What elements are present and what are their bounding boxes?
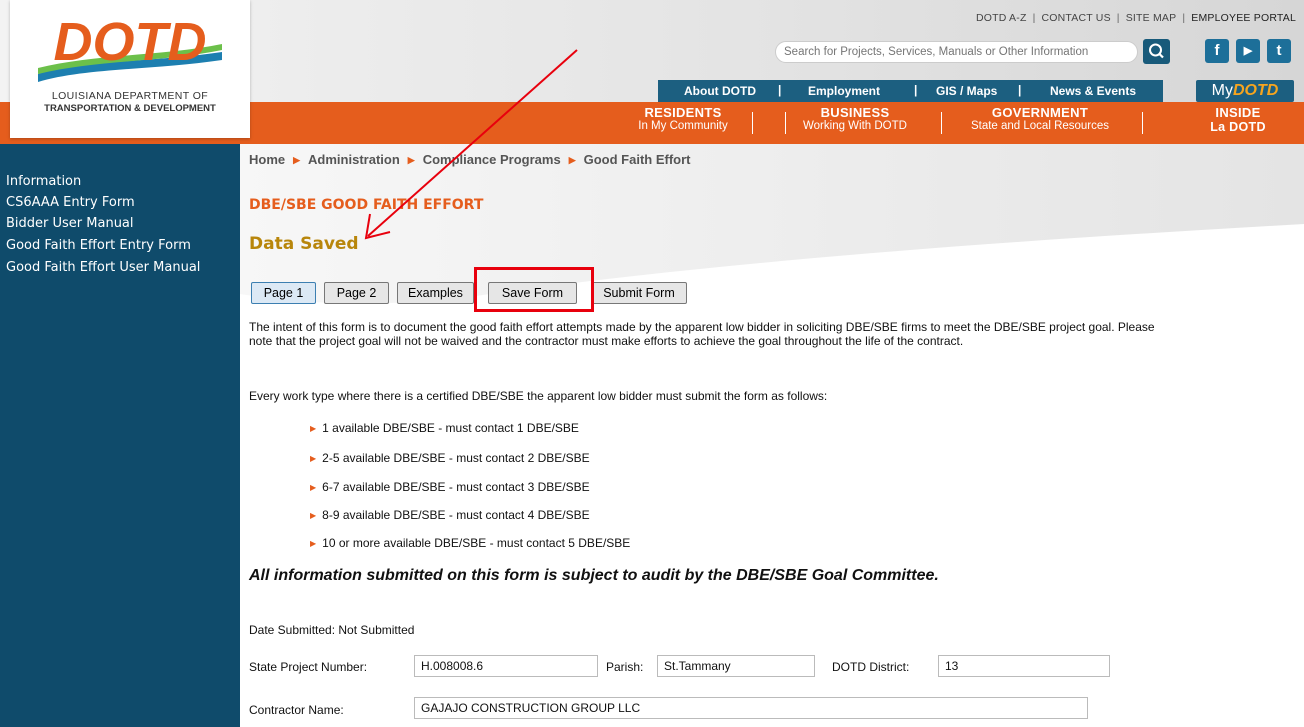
link-employee-portal[interactable]: EMPLOYEE PORTAL bbox=[1191, 12, 1296, 24]
my-dotd-button[interactable]: MyDOTD bbox=[1196, 80, 1294, 102]
background-swoosh bbox=[240, 144, 1304, 304]
district-label: DOTD District: bbox=[832, 660, 910, 674]
my-dotd-brand: DOTD bbox=[1233, 82, 1279, 99]
nav-divider bbox=[941, 112, 942, 134]
parish-input[interactable] bbox=[657, 655, 815, 677]
date-submitted: Date Submitted: Not Submitted bbox=[249, 623, 415, 637]
sidebar-item-gfe-entry-form[interactable]: Good Faith Effort Entry Form bbox=[6, 238, 191, 253]
sidebar: Information CS6AAA Entry Form Bidder Use… bbox=[0, 144, 240, 727]
list-item: ▶ 6-7 available DBE/SBE - must contact 3 … bbox=[310, 480, 590, 494]
list-item: ▶ 10 or more available DBE/SBE - must con… bbox=[310, 536, 630, 550]
nav-divider bbox=[1142, 112, 1143, 134]
nav-inside-sub: La DOTD bbox=[1210, 120, 1266, 134]
separator: | bbox=[1182, 12, 1186, 24]
secondary-nav: About DOTD | Employment | GIS / Maps | N… bbox=[658, 80, 1163, 102]
nav-employment[interactable]: Employment bbox=[808, 84, 880, 98]
link-contact-us[interactable]: CONTACT US bbox=[1042, 12, 1111, 24]
nav-business[interactable]: BUSINESS Working With DOTD bbox=[780, 105, 930, 132]
save-form-button[interactable]: Save Form bbox=[488, 282, 577, 304]
breadcrumb-administration[interactable]: Administration bbox=[308, 152, 400, 167]
examples-button[interactable]: Examples bbox=[397, 282, 474, 304]
bullet-arrow-icon: ▶ bbox=[310, 539, 317, 548]
my-dotd-my: My bbox=[1211, 82, 1233, 99]
separator: | bbox=[778, 83, 782, 97]
rule-text: Every work type where there is a certifi… bbox=[249, 389, 828, 403]
nav-divider bbox=[752, 112, 753, 134]
list-item: ▶ 2-5 available DBE/SBE - must contact 2 … bbox=[310, 451, 590, 465]
parish-label: Parish: bbox=[606, 660, 644, 674]
list-item-text: 8-9 available DBE/SBE - must contact 4 D… bbox=[322, 508, 590, 522]
breadcrumb-arrow-icon: ▶ bbox=[568, 155, 576, 165]
list-item-text: 1 available DBE/SBE - must contact 1 DBE… bbox=[322, 421, 579, 435]
nav-inside-title: INSIDE bbox=[1215, 105, 1261, 120]
status-message: Data Saved bbox=[249, 234, 359, 254]
nav-government-title: GOVERNMENT bbox=[991, 105, 1089, 120]
form-title: DBE/SBE GOOD FAITH EFFORT bbox=[249, 197, 484, 213]
sidebar-item-information[interactable]: Information bbox=[6, 174, 81, 189]
audit-notice: All information submitted on this form i… bbox=[249, 567, 939, 584]
twitter-icon[interactable]: t bbox=[1267, 39, 1291, 63]
list-item-text: 2-5 available DBE/SBE - must contact 2 D… bbox=[322, 451, 590, 465]
nav-residents-sub: In My Community bbox=[638, 120, 728, 132]
nav-business-title: BUSINESS bbox=[820, 105, 890, 120]
list-item-text: 6-7 available DBE/SBE - must contact 3 D… bbox=[322, 480, 590, 494]
nav-residents-title: RESIDENTS bbox=[644, 105, 722, 120]
intro-text: The intent of this form is to document t… bbox=[249, 320, 1155, 348]
list-item: ▶ 1 available DBE/SBE - must contact 1 DB… bbox=[310, 421, 579, 435]
sidebar-item-cs6aaa-entry-form[interactable]: CS6AAA Entry Form bbox=[6, 195, 135, 210]
breadcrumb-arrow-icon: ▶ bbox=[293, 155, 301, 165]
facebook-icon[interactable]: f bbox=[1205, 39, 1229, 63]
separator: | bbox=[1116, 12, 1120, 24]
nav-inside[interactable]: INSIDE La DOTD bbox=[1198, 105, 1278, 134]
breadcrumb: Home ▶ Administration ▶ Compliance Programs ▶… bbox=[249, 152, 691, 167]
nav-news-events[interactable]: News & Events bbox=[1050, 84, 1136, 98]
state-project-label: State Project Number: bbox=[249, 660, 368, 674]
sidebar-item-gfe-user-manual[interactable]: Good Faith Effort User Manual bbox=[6, 260, 200, 275]
page2-button[interactable]: Page 2 bbox=[324, 282, 389, 304]
dotd-logo[interactable]: DOTD LOUISIANA DEPARTMENT OF TRANSPORTAT… bbox=[10, 0, 250, 138]
nav-business-sub: Working With DOTD bbox=[803, 120, 907, 132]
nav-residents[interactable]: RESIDENTS In My Community bbox=[618, 105, 748, 132]
utility-links: DOTD A-Z | CONTACT US | SITE MAP | EMPLOYEE PO… bbox=[976, 12, 1296, 24]
search-input[interactable] bbox=[775, 41, 1138, 63]
content-area bbox=[240, 144, 1304, 727]
separator: | bbox=[914, 83, 918, 97]
page1-button[interactable]: Page 1 bbox=[251, 282, 316, 304]
bullet-arrow-icon: ▶ bbox=[310, 424, 317, 433]
separator: | bbox=[1032, 12, 1036, 24]
submit-form-button[interactable]: Submit Form bbox=[591, 282, 687, 304]
nav-about-dotd[interactable]: About DOTD bbox=[684, 84, 756, 98]
nav-gis-maps[interactable]: GIS / Maps bbox=[936, 84, 997, 98]
bullet-arrow-icon: ▶ bbox=[310, 454, 317, 463]
youtube-icon[interactable]: ▶ bbox=[1236, 39, 1260, 63]
separator: | bbox=[1018, 83, 1022, 97]
sidebar-item-bidder-user-manual[interactable]: Bidder User Manual bbox=[6, 216, 134, 231]
link-dotd-a-z[interactable]: DOTD A-Z bbox=[976, 12, 1027, 24]
logo-line-2: TRANSPORTATION & DEVELOPMENT bbox=[44, 103, 216, 114]
dotd-district-input[interactable] bbox=[938, 655, 1110, 677]
link-site-map[interactable]: SITE MAP bbox=[1126, 12, 1177, 24]
list-item: ▶ 8-9 available DBE/SBE - must contact 4 … bbox=[310, 508, 590, 522]
contractor-name-label: Contractor Name: bbox=[249, 703, 344, 717]
bullet-arrow-icon: ▶ bbox=[310, 483, 317, 492]
logo-text: DOTD bbox=[54, 14, 207, 72]
breadcrumb-home[interactable]: Home bbox=[249, 152, 285, 167]
list-item-text: 10 or more available DBE/SBE - must cont… bbox=[322, 536, 631, 550]
nav-government-sub: State and Local Resources bbox=[970, 120, 1110, 132]
dotd-logo-mark: DOTD bbox=[38, 14, 222, 82]
breadcrumb-compliance[interactable]: Compliance Programs bbox=[423, 152, 561, 167]
nav-government[interactable]: GOVERNMENT State and Local Resources bbox=[950, 105, 1130, 132]
search-button[interactable] bbox=[1143, 39, 1170, 64]
logo-line-1: LOUISIANA DEPARTMENT OF bbox=[51, 90, 209, 102]
breadcrumb-good-faith-effort[interactable]: Good Faith Effort bbox=[584, 152, 691, 167]
breadcrumb-arrow-icon: ▶ bbox=[407, 155, 415, 165]
state-project-number-input[interactable] bbox=[414, 655, 598, 677]
bullet-arrow-icon: ▶ bbox=[310, 511, 317, 520]
search-icon bbox=[1149, 43, 1164, 59]
contractor-name-input[interactable] bbox=[414, 697, 1088, 719]
